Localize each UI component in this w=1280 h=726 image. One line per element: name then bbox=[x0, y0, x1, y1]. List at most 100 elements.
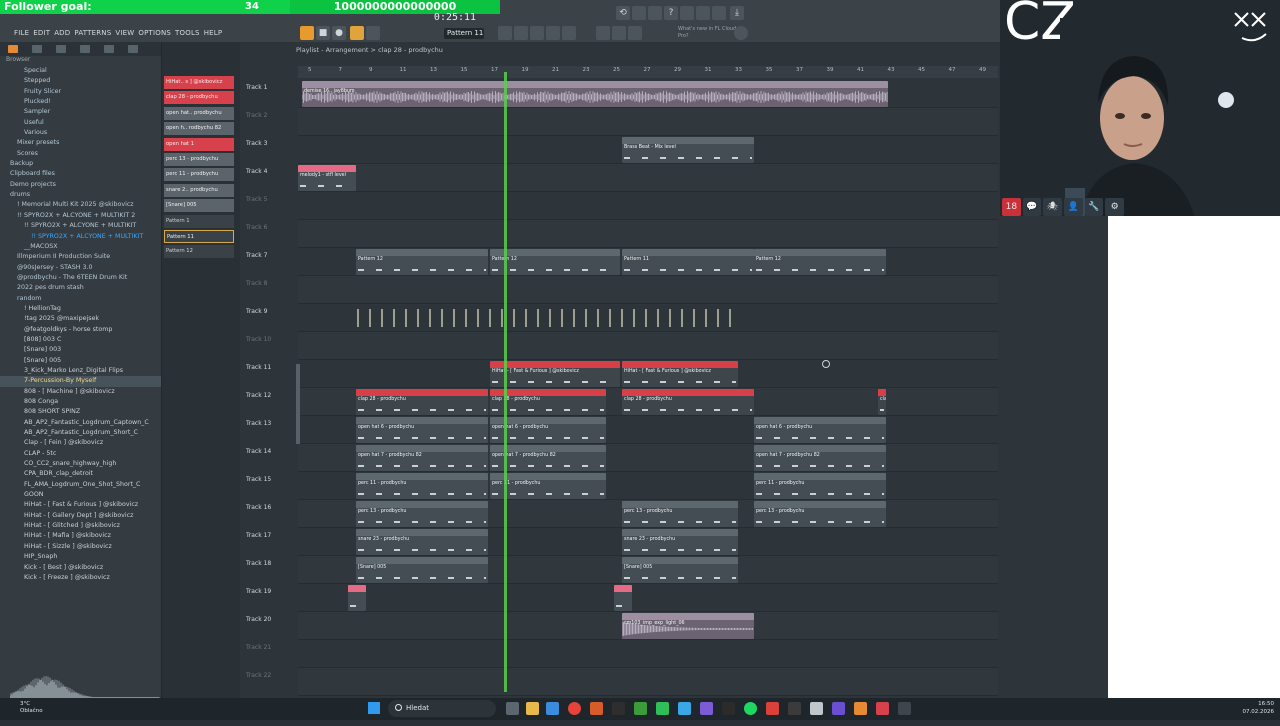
browser-file[interactable]: [Snare] 003 bbox=[0, 345, 161, 355]
pattern-item[interactable]: Pattern 11 bbox=[164, 229, 234, 243]
pattern-item[interactable]: Pattern 1 bbox=[164, 214, 234, 228]
playlist-clip[interactable]: Pattern 12 bbox=[754, 249, 886, 275]
track-label[interactable]: Track 9 bbox=[246, 308, 290, 315]
browser-folder[interactable]: Special bbox=[0, 66, 161, 76]
fl-studio-icon[interactable] bbox=[590, 702, 603, 715]
browser-tab-all[interactable] bbox=[8, 45, 18, 53]
track-label[interactable]: Track 10 bbox=[246, 336, 290, 343]
browser-file[interactable]: !tag 2025 @maxipejsek bbox=[0, 314, 161, 324]
browser-folder[interactable]: @90sJersey - STASH 3.0 bbox=[0, 263, 161, 273]
browser-file[interactable]: Clap - [ Fein ] @skibovicz bbox=[0, 438, 161, 448]
browser-file[interactable]: CPA_BDR_clap_detroit bbox=[0, 469, 161, 479]
mixer-icon[interactable] bbox=[546, 26, 560, 40]
app-icon-14[interactable] bbox=[788, 702, 801, 715]
settings-icon[interactable] bbox=[734, 26, 748, 40]
browser-file[interactable]: 808 Conga bbox=[0, 397, 161, 407]
track-label[interactable]: Track 4 bbox=[246, 168, 290, 175]
menu-patterns[interactable]: PATTERNS bbox=[74, 29, 111, 37]
plugin-picker-icon[interactable] bbox=[596, 26, 610, 40]
browser-icon[interactable] bbox=[562, 26, 576, 40]
track-label[interactable]: Track 2 bbox=[246, 112, 290, 119]
app-icon-13[interactable] bbox=[766, 702, 779, 715]
tools-icon[interactable] bbox=[696, 6, 710, 20]
browser-file[interactable]: AB_AP2_Fantastic_Logdrum_Short_C bbox=[0, 428, 161, 438]
browser-folder[interactable]: Useful bbox=[0, 118, 161, 128]
browser-folder[interactable]: Various bbox=[0, 128, 161, 138]
track-label[interactable]: Track 18 bbox=[246, 560, 290, 567]
browser-folder[interactable]: Backup bbox=[0, 159, 161, 169]
snap-icon[interactable] bbox=[350, 26, 364, 40]
playlist-clip[interactable]: Pattern 11 bbox=[622, 249, 754, 275]
track-label[interactable]: Track 13 bbox=[246, 420, 290, 427]
browser-file[interactable]: FL_AMA_Logdrum_One_Shot_Short_C bbox=[0, 480, 161, 490]
browser-folder[interactable]: drums bbox=[0, 190, 161, 200]
track-label[interactable]: Track 20 bbox=[246, 616, 290, 623]
track-label[interactable]: Track 8 bbox=[246, 280, 290, 287]
playlist-clip[interactable]: perc 11 - prodbychu bbox=[754, 473, 886, 499]
app-icon-10[interactable] bbox=[700, 702, 713, 715]
track-row[interactable] bbox=[298, 192, 998, 220]
track-label[interactable]: Track 19 bbox=[246, 588, 290, 595]
whats-new-hint[interactable]: What's new in FL Cloud Pro? bbox=[678, 26, 738, 40]
track-row[interactable]: perc 13 - prodbychu perc 13 - prodbychu pe… bbox=[298, 500, 998, 528]
playlist-clip[interactable]: perc 11 - prodbychu bbox=[490, 473, 606, 499]
browser-folder[interactable]: Plucked! bbox=[0, 97, 161, 107]
track-row[interactable]: clap 28 - prodbychu clap 28 - prodbychu cl… bbox=[298, 388, 998, 416]
weather-widget[interactable]: 3°C Oblačno bbox=[20, 701, 43, 715]
menu-options[interactable]: OPTIONS bbox=[138, 29, 171, 37]
browser-file[interactable]: HiHat - [ Mafia ] @skibovicz bbox=[0, 531, 161, 541]
browser-folder[interactable]: !! SPYRO2X + ALCYONE + MULTIKIT 2 bbox=[0, 211, 161, 221]
browser-folder[interactable]: Illmperium II Production Suite bbox=[0, 252, 161, 262]
browser-folder[interactable]: Scores bbox=[0, 149, 161, 159]
browser-file[interactable]: ! HellionTag bbox=[0, 304, 161, 314]
pattern-item[interactable]: [Snare] 005 bbox=[164, 199, 234, 213]
pattern-item[interactable]: open h.. rodbychu 82 bbox=[164, 122, 234, 136]
pattern-item[interactable]: clap 28 - prodbychu bbox=[164, 91, 234, 105]
track-row[interactable]: open hat 7 - prodbychu 82 open hat 7 - pr… bbox=[298, 444, 998, 472]
browser-file[interactable]: CO_CC2_snare_highway_high bbox=[0, 459, 161, 469]
start-button[interactable] bbox=[368, 702, 380, 714]
browser-file[interactable]: Kick - [ Freeze ] @skibovicz bbox=[0, 573, 161, 583]
track-label[interactable]: Track 7 bbox=[246, 252, 290, 259]
playlist-clip[interactable] bbox=[614, 585, 632, 611]
browser-file[interactable]: CLAP - 5tc bbox=[0, 449, 161, 459]
browser-file[interactable]: [Snare] 005 bbox=[0, 356, 161, 366]
app-icon-16[interactable] bbox=[832, 702, 845, 715]
browser-folder[interactable]: Sampler bbox=[0, 107, 161, 117]
channel-rack-icon[interactable] bbox=[530, 26, 544, 40]
track-label[interactable]: Track 21 bbox=[246, 644, 290, 651]
playlist-clip[interactable]: clap 28 - prodbychu bbox=[356, 389, 488, 415]
browser-file[interactable]: !! SPYRO2X + ALCYONE + MULTIKIT bbox=[0, 232, 161, 242]
timeline-ruler[interactable]: 5 7 9 11 13 15 17 19 21 23 25 27 29 31 33 35 37 39 41 43 45 4… bbox=[298, 66, 998, 78]
pattern-item[interactable]: open hat.. prodbychu bbox=[164, 106, 234, 120]
mic-icon[interactable] bbox=[648, 6, 662, 20]
track-row[interactable]: [Snare] 005 [Snare] 005 bbox=[298, 556, 998, 584]
track-label[interactable]: Track 16 bbox=[246, 504, 290, 511]
browser-file[interactable]: GOON bbox=[0, 490, 161, 500]
track-label[interactable]: Track 17 bbox=[246, 532, 290, 539]
record-button[interactable]: ● bbox=[332, 26, 346, 40]
track-label[interactable]: Track 14 bbox=[246, 448, 290, 455]
track-row[interactable]: melody1 - stfl level bbox=[298, 164, 998, 192]
playlist-clip[interactable]: Brass Beat - Mix level bbox=[622, 137, 754, 163]
browser-file[interactable]: HiHat - [ Sizzle ] @skibovicz bbox=[0, 542, 161, 552]
track-row[interactable] bbox=[298, 304, 998, 332]
playhead[interactable] bbox=[504, 72, 507, 692]
browser-tab-plugins[interactable] bbox=[32, 45, 42, 53]
app-icon-6[interactable] bbox=[612, 702, 625, 715]
playlist-clip[interactable]: perc 13 - prodbychu bbox=[622, 501, 738, 527]
app-icon-7[interactable] bbox=[634, 702, 647, 715]
store-icon[interactable] bbox=[546, 702, 559, 715]
playlist-clip[interactable]: perc 13 - prodbychu bbox=[754, 501, 886, 527]
play-button[interactable] bbox=[300, 26, 314, 40]
browser-file[interactable]: Kick - [ Best ] @skibovicz bbox=[0, 563, 161, 573]
track-label[interactable]: Track 12 bbox=[246, 392, 290, 399]
playlist-clip[interactable]: HiHat - [ Fast & Furious ] @skibovicz bbox=[622, 361, 738, 387]
playlist-clip[interactable]: perc 11 - prodbychu bbox=[356, 473, 488, 499]
app-icon-8[interactable] bbox=[656, 702, 669, 715]
vertical-scrollbar[interactable] bbox=[296, 364, 300, 444]
help-icon[interactable]: ? bbox=[664, 6, 678, 20]
track-row[interactable]: HiHat - [ Fast & Furious ] @skibovicz HiH… bbox=[298, 360, 998, 388]
track-row[interactable]: demise 16.. jay8bum bbox=[298, 80, 998, 108]
track-row[interactable]: perc 11 - prodbychu perc 11 - prodbychu pe… bbox=[298, 472, 998, 500]
